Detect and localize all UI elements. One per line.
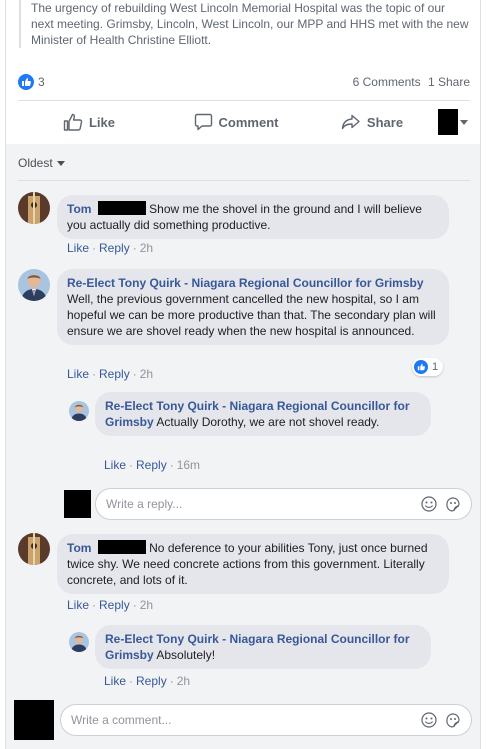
comment-bubble: Tom No deference to your abilities Tony,… (57, 534, 449, 594)
emoji-icon[interactable] (421, 496, 437, 512)
sticker-icon[interactable] (445, 496, 461, 512)
comment-author[interactable]: Tom (67, 202, 91, 216)
shares-count-link[interactable]: 1 Share (428, 75, 470, 89)
sticker-icon[interactable] (445, 712, 461, 728)
comment-reply-link[interactable]: Reply (99, 598, 130, 612)
comment-time[interactable]: 2h (140, 598, 153, 612)
like-count[interactable]: 3 (38, 75, 45, 89)
reply-like-link[interactable]: Like (104, 458, 126, 472)
chevron-down-icon (56, 161, 65, 167)
audience-selector[interactable] (432, 106, 470, 138)
redacted-avatar (438, 109, 458, 135)
sort-comments-dropdown[interactable]: Oldest (18, 156, 65, 170)
comment-meta: Like · Reply · 2h (67, 598, 154, 612)
reply-reply-link[interactable]: Reply (136, 458, 167, 472)
comment-bubble: Re-Elect Tony Quirk - Niagara Regional C… (57, 269, 449, 345)
comment-author[interactable]: Re-Elect Tony Quirk - Niagara Regional C… (67, 276, 424, 290)
share-button-label: Share (366, 114, 404, 130)
sort-label: Oldest (18, 156, 53, 170)
avatar[interactable] (69, 401, 89, 421)
comment-reply-link[interactable]: Reply (99, 241, 130, 255)
comment-icon (194, 113, 212, 131)
thumbs-up-icon (63, 113, 83, 131)
reply-text: Actually Dorothy, we are not shovel read… (156, 415, 380, 429)
comment-meta: Like · Reply · 2h (67, 241, 154, 255)
share-button[interactable]: Share (312, 114, 432, 130)
reply-meta: Like · Reply · 16m (104, 458, 201, 472)
reply-like-link[interactable]: Like (104, 674, 126, 688)
reply-placeholder: Write a reply... (106, 497, 183, 511)
redacted-name (97, 540, 146, 554)
reply-meta: Like · Reply · 2h (104, 674, 191, 688)
divider (18, 180, 470, 181)
avatar[interactable] (18, 192, 50, 224)
comment-input[interactable]: Write a comment... (60, 704, 472, 736)
avatar[interactable] (18, 533, 50, 565)
reaction-count: 1 (432, 361, 439, 373)
reply-bubble: Re-Elect Tony Quirk - Niagara Regional C… (95, 392, 431, 436)
redacted-name (97, 201, 146, 215)
comment-reactions[interactable]: 1 (412, 358, 444, 376)
comment-like-link[interactable]: Like (67, 367, 89, 381)
reply-time[interactable]: 2h (177, 674, 190, 688)
like-reaction-icon (414, 360, 428, 374)
reactions-summary: 3 6 Comments 1 Share (18, 72, 470, 92)
reply-input[interactable]: Write a reply... (95, 488, 472, 520)
comment-like-link[interactable]: Like (67, 598, 89, 612)
avatar[interactable] (69, 632, 89, 652)
comment-button[interactable]: Comment (160, 113, 312, 131)
comment-time[interactable]: 2h (140, 241, 153, 255)
avatar[interactable] (18, 269, 50, 301)
comment-meta: Like · Reply · 2h (67, 367, 154, 381)
comment-time[interactable]: 2h (140, 367, 153, 381)
post-actions: Like Comment Share (18, 106, 470, 138)
like-button[interactable]: Like (18, 113, 160, 131)
comment-placeholder: Write a comment... (71, 713, 172, 727)
share-arrow-icon (341, 114, 360, 130)
like-reaction-icon[interactable] (18, 74, 34, 90)
redacted-avatar (64, 490, 91, 518)
reply-author[interactable]: Re-Elect Tony Quirk - Niagara Regional C… (105, 632, 410, 662)
emoji-icon[interactable] (421, 712, 437, 728)
comments-section: Oldest Tom Show me the shovel in the gro… (6, 144, 480, 749)
comments-count-link[interactable]: 6 Comments (353, 75, 421, 89)
divider (18, 100, 470, 101)
reply-bubble: Re-Elect Tony Quirk - Niagara Regional C… (95, 625, 431, 669)
comment-button-label: Comment (218, 114, 279, 130)
comment-bubble: Tom Show me the shovel in the ground and… (57, 195, 449, 239)
reply-reply-link[interactable]: Reply (136, 674, 167, 688)
post-card: The urgency of rebuilding West Lincoln M… (5, 0, 481, 749)
comment-like-link[interactable]: Like (67, 241, 89, 255)
comment-author[interactable]: Tom (67, 541, 91, 555)
comment-text: Well, the previous government cancelled … (67, 292, 436, 338)
redacted-avatar (14, 700, 54, 740)
post-excerpt: The urgency of rebuilding West Lincoln M… (19, 0, 469, 48)
comment-reply-link[interactable]: Reply (99, 367, 130, 381)
reply-time[interactable]: 16m (177, 458, 200, 472)
like-button-label: Like (88, 114, 115, 130)
reply-text: Absolutely! (156, 648, 216, 662)
chevron-down-icon (460, 120, 468, 125)
